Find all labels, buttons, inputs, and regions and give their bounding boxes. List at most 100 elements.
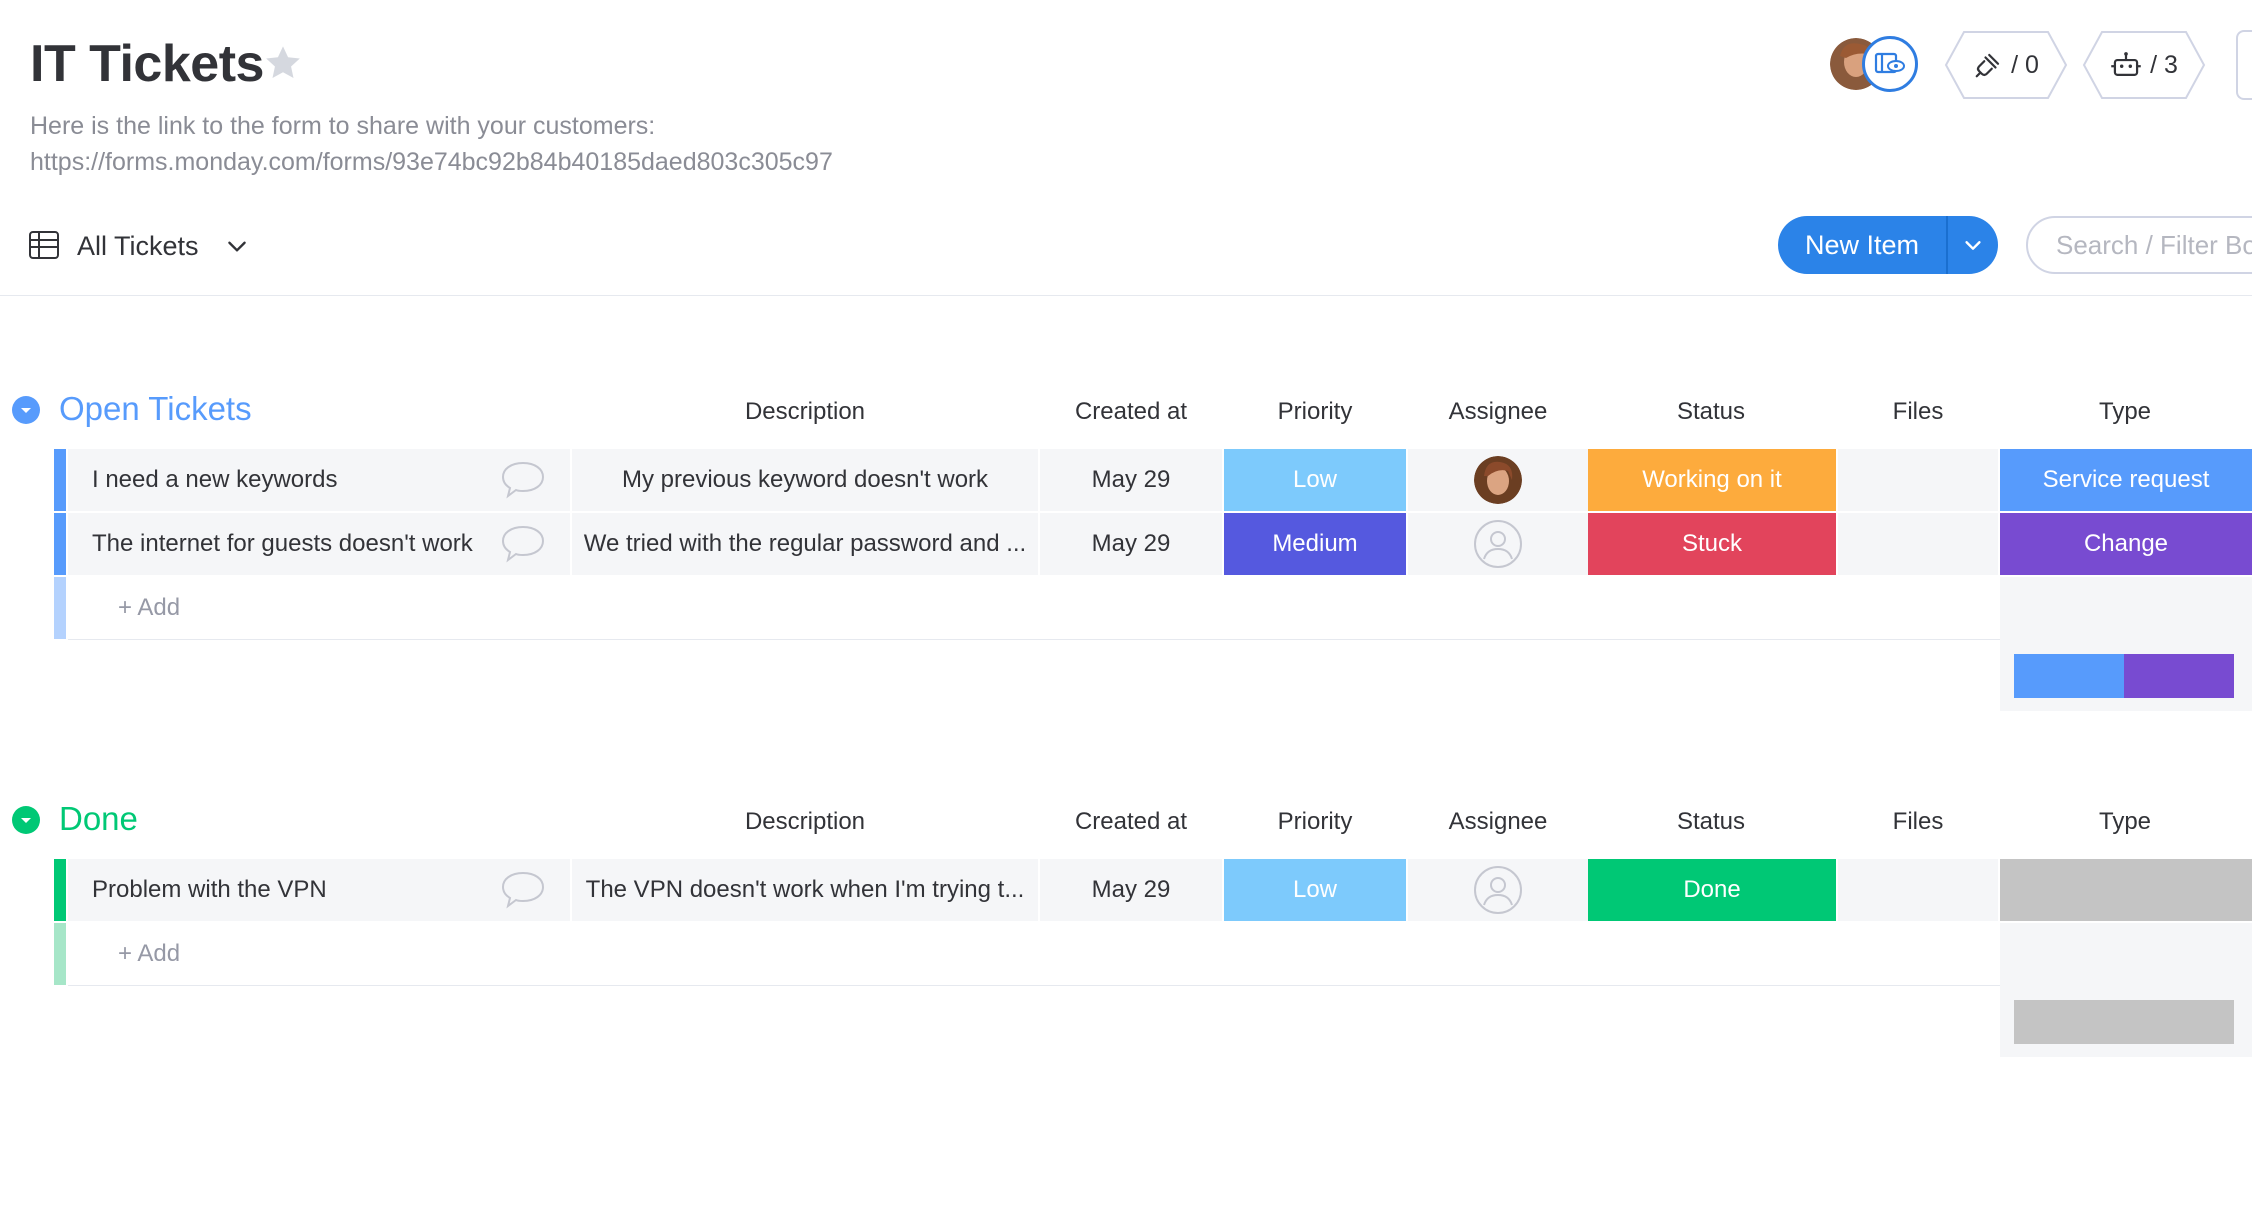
- row-color-bar: [54, 449, 66, 511]
- comment-icon[interactable]: [500, 523, 546, 565]
- column-header-description[interactable]: Description: [572, 807, 1038, 837]
- column-header-priority[interactable]: Priority: [1224, 807, 1406, 837]
- type-summary-segment: [2124, 654, 2234, 698]
- add-item-row[interactable]: + Add: [68, 923, 2000, 985]
- group-collapse-toggle[interactable]: [12, 806, 40, 834]
- chevron-down-icon[interactable]: [224, 233, 250, 259]
- type-cell[interactable]: Service request: [2000, 449, 2252, 511]
- description-text: We tried with the regular password and .…: [583, 530, 1027, 557]
- column-header-priority[interactable]: Priority: [1224, 397, 1406, 427]
- watch-icon: [1874, 52, 1905, 74]
- status-label: Working on it: [1642, 466, 1782, 493]
- item-name[interactable]: I need a new keywords: [92, 466, 337, 494]
- form-link[interactable]: https://forms.monday.com/forms/93e74bc92…: [30, 144, 833, 180]
- status-cell[interactable]: Done: [1588, 859, 1836, 921]
- column-header-assignee[interactable]: Assignee: [1408, 397, 1588, 427]
- empty-person-icon[interactable]: [1473, 865, 1523, 915]
- integrations-count: / 0: [2011, 50, 2039, 79]
- created-at-text: May 29: [1091, 530, 1171, 557]
- column-header-assignee[interactable]: Assignee: [1408, 807, 1588, 837]
- row-color-bar: [54, 513, 66, 575]
- description-cell[interactable]: The VPN doesn't work when I'm trying t..…: [572, 859, 1038, 921]
- column-header-status[interactable]: Status: [1586, 807, 1836, 837]
- robot-icon: [2111, 52, 2141, 76]
- integrations-button[interactable]: / 0: [1944, 30, 2068, 100]
- item-name-cell[interactable]: I need a new keywords: [68, 449, 570, 511]
- column-header-description[interactable]: Description: [572, 397, 1038, 427]
- status-cell[interactable]: Working on it: [1588, 449, 1836, 511]
- new-item-dropdown[interactable]: [1948, 216, 1998, 274]
- priority-label: Medium: [1272, 530, 1358, 557]
- priority-cell[interactable]: Low: [1224, 859, 1406, 921]
- type-summary-bar[interactable]: [2014, 1000, 2234, 1044]
- table-view-icon: [29, 231, 59, 259]
- files-cell[interactable]: [1838, 449, 1998, 511]
- item-name[interactable]: Problem with the VPN: [92, 876, 327, 904]
- type-cell[interactable]: Change: [2000, 513, 2252, 575]
- empty-person-icon[interactable]: [1473, 519, 1523, 569]
- status-cell[interactable]: Stuck: [1588, 513, 1836, 575]
- description-cell[interactable]: We tried with the regular password and .…: [572, 513, 1038, 575]
- add-item-label[interactable]: + Add: [118, 940, 180, 968]
- priority-cell[interactable]: Low: [1224, 449, 1406, 511]
- created-at-cell: May 29: [1040, 513, 1222, 575]
- type-label: Service request: [2042, 466, 2210, 493]
- assignee-cell[interactable]: [1408, 859, 1588, 921]
- search-input[interactable]: [2026, 216, 2252, 274]
- new-item-button[interactable]: New Item: [1778, 216, 1998, 274]
- assignee-avatar[interactable]: [1474, 456, 1522, 504]
- column-header-status[interactable]: Status: [1586, 397, 1836, 427]
- assignee-cell[interactable]: [1408, 449, 1588, 511]
- group-title-open-tickets[interactable]: Open Tickets: [59, 389, 252, 429]
- assignee-cell[interactable]: [1408, 513, 1588, 575]
- automations-count: / 3: [2150, 50, 2178, 79]
- item-name-cell[interactable]: Problem with the VPN: [68, 859, 570, 921]
- add-item-label[interactable]: + Add: [118, 594, 180, 622]
- board-description[interactable]: Here is the link to the form to share wi…: [30, 108, 833, 180]
- status-label: Done: [1683, 876, 1741, 903]
- chevron-down-icon: [1965, 241, 1981, 250]
- type-summary-bar[interactable]: [2014, 654, 2234, 698]
- plug-icon: [1975, 53, 2000, 78]
- column-header-type[interactable]: Type: [2000, 807, 2250, 837]
- add-row-color-bar: [54, 577, 66, 639]
- priority-cell[interactable]: Medium: [1224, 513, 1406, 575]
- comment-icon[interactable]: [500, 459, 546, 501]
- files-cell[interactable]: [1838, 513, 1998, 575]
- add-row-color-bar: [54, 923, 66, 985]
- board-title[interactable]: IT Tickets: [30, 28, 264, 100]
- created-at-cell: May 29: [1040, 859, 1222, 921]
- board-menu-button[interactable]: [2236, 30, 2252, 100]
- created-at-cell: May 29: [1040, 449, 1222, 511]
- type-label: Change: [2083, 530, 2169, 557]
- automations-button[interactable]: / 3: [2082, 30, 2206, 100]
- files-cell[interactable]: [1838, 859, 1998, 921]
- divider: [68, 639, 2000, 640]
- priority-label: Low: [1292, 466, 1338, 493]
- priority-label: Low: [1292, 876, 1338, 903]
- column-header-type[interactable]: Type: [2000, 397, 2250, 427]
- comment-icon[interactable]: [500, 869, 546, 911]
- created-at-text: May 29: [1091, 466, 1171, 493]
- column-header-files[interactable]: Files: [1838, 807, 1998, 837]
- column-header-created-at[interactable]: Created at: [1040, 397, 1222, 427]
- board-subscribers-button[interactable]: [1862, 36, 1918, 92]
- type-summary-segment: [2014, 1000, 2234, 1044]
- type-cell[interactable]: [2000, 859, 2252, 921]
- created-at-text: May 29: [1091, 876, 1171, 903]
- item-name[interactable]: The internet for guests doesn't work: [92, 530, 473, 558]
- add-item-row[interactable]: + Add: [68, 577, 2000, 639]
- view-selector[interactable]: All Tickets: [77, 228, 199, 264]
- chevron-down-icon: [21, 408, 31, 413]
- status-label: Stuck: [1681, 530, 1743, 557]
- chevron-down-icon: [21, 818, 31, 823]
- new-item-label[interactable]: New Item: [1778, 216, 1946, 274]
- row-color-bar: [54, 859, 66, 921]
- item-name-cell[interactable]: The internet for guests doesn't work: [68, 513, 570, 575]
- description-cell[interactable]: My previous keyword doesn't work: [572, 449, 1038, 511]
- column-header-files[interactable]: Files: [1838, 397, 1998, 427]
- star-icon[interactable]: [262, 42, 304, 84]
- group-title-done[interactable]: Done: [59, 799, 138, 839]
- column-header-created-at[interactable]: Created at: [1040, 807, 1222, 837]
- group-collapse-toggle[interactable]: [12, 396, 40, 424]
